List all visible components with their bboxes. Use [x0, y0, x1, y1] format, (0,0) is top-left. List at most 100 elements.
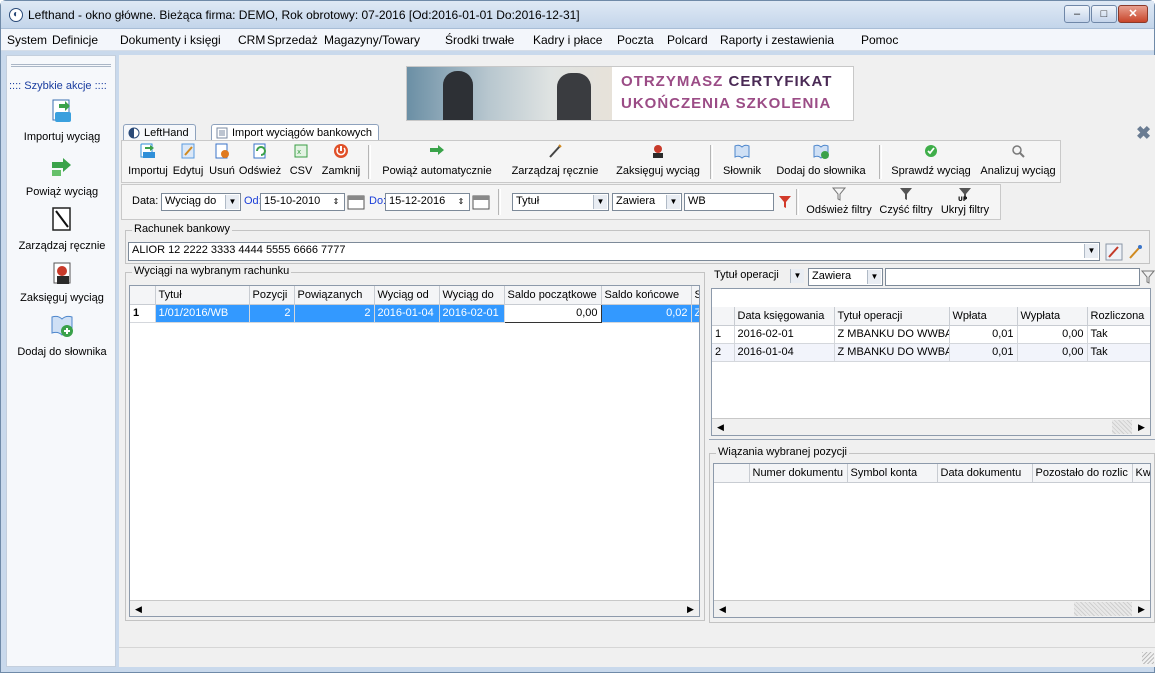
- tab-lefthand[interactable]: LeftHand: [123, 124, 196, 141]
- quick-dict-label[interactable]: Dodaj do słownika: [7, 346, 117, 358]
- manual-manage-button[interactable]: Zarządzaj ręcznie: [502, 143, 608, 181]
- col-withdrawal[interactable]: Wypłata: [1017, 307, 1088, 326]
- quick-import-label[interactable]: Importuj wyciąg: [7, 131, 117, 143]
- col-to[interactable]: Wyciąg do: [439, 286, 505, 305]
- close-tab-icon[interactable]: ✖: [1136, 123, 1151, 144]
- col-document-date[interactable]: Data dokumentu: [937, 464, 1033, 483]
- cell-opening-balance[interactable]: 0,00: [503, 303, 602, 323]
- splitter[interactable]: [709, 439, 1155, 440]
- scroll-right-icon[interactable]: ▶: [1134, 602, 1149, 616]
- col-status[interactable]: Sta: [691, 286, 699, 305]
- panel-grip: [11, 64, 111, 67]
- quick-link-label[interactable]: Powiąż wyciąg: [7, 186, 117, 198]
- import-statement-icon[interactable]: [49, 98, 75, 124]
- post-statement-icon[interactable]: [49, 261, 75, 287]
- tab-import-statements[interactable]: Import wyciągów bankowych: [211, 124, 380, 141]
- filter-text-input[interactable]: WB: [684, 193, 774, 211]
- col-title[interactable]: Tytuł: [155, 286, 250, 305]
- filter-condition-select[interactable]: Zawiera ▼: [612, 193, 682, 211]
- import-button[interactable]: Importuj: [128, 143, 168, 181]
- col-linked[interactable]: Powiązanych: [294, 286, 375, 305]
- cell-status: Zak: [691, 304, 699, 323]
- dictionary-button[interactable]: Słownik: [719, 143, 765, 181]
- menu-polcard[interactable]: Polcard: [667, 33, 708, 47]
- pick-account-icon[interactable]: [1127, 243, 1145, 261]
- scroll-right-icon[interactable]: ▶: [683, 602, 698, 616]
- menu-crm[interactable]: CRM: [238, 33, 265, 47]
- menu-pomoc[interactable]: Pomoc: [861, 33, 898, 47]
- col-closing-balance[interactable]: Saldo końcowe: [601, 286, 692, 305]
- link-statement-icon[interactable]: [49, 154, 75, 180]
- date-type-select[interactable]: Wyciąg do ▼: [161, 193, 241, 211]
- calendar-icon[interactable]: [472, 193, 492, 211]
- links-grid[interactable]: Numer dokumentu Symbol konta Data dokume…: [713, 463, 1151, 618]
- refresh-button[interactable]: Odśwież: [238, 143, 282, 181]
- col-remaining[interactable]: Pozostało do rozlic: [1032, 464, 1133, 483]
- funnel-icon[interactable]: [1141, 270, 1155, 284]
- scroll-left-icon[interactable]: ◀: [715, 602, 730, 616]
- col-deposit[interactable]: Wpłata: [949, 307, 1018, 326]
- col-document-number[interactable]: Numer dokumentu: [749, 464, 848, 483]
- menu-poczta[interactable]: Poczta: [617, 33, 654, 47]
- scroll-right-icon[interactable]: ▶: [1134, 420, 1149, 434]
- menu-definicje[interactable]: Definicje: [52, 33, 98, 47]
- scroll-left-icon[interactable]: ◀: [131, 602, 146, 616]
- from-date-input[interactable]: 15-10-2010 ⇕: [260, 193, 345, 211]
- calendar-icon[interactable]: [347, 193, 367, 211]
- delete-button[interactable]: Usuń: [207, 143, 237, 181]
- toolbar-separator: [796, 189, 799, 215]
- operations-hscroll[interactable]: ◀ ▶: [712, 418, 1150, 435]
- quick-manual-label[interactable]: Zarządzaj ręcznie: [7, 240, 117, 252]
- check-statement-button[interactable]: Sprawdź wyciąg: [886, 143, 976, 181]
- statements-hscroll[interactable]: ◀ ▶: [130, 600, 699, 616]
- statements-grid[interactable]: Tytuł Pozycji Powiązanych Wyciąg od Wyci…: [129, 285, 700, 617]
- menu-kadry[interactable]: Kadry i płace: [533, 33, 602, 47]
- quick-post-label[interactable]: Zaksięguj wyciąg: [7, 292, 117, 304]
- col-from[interactable]: Wyciąg od: [374, 286, 440, 305]
- add-to-dictionary-icon[interactable]: [49, 313, 75, 339]
- filter-red-icon[interactable]: [778, 195, 792, 209]
- menu-raporty[interactable]: Raporty i zestawienia: [720, 33, 834, 47]
- clear-filters-button[interactable]: Czyść filtry: [876, 186, 936, 218]
- analyze-statement-button[interactable]: Analizuj wyciąg: [978, 143, 1058, 181]
- menu-magazyny[interactable]: Magazyny/Towary: [324, 33, 420, 47]
- resize-grip-icon[interactable]: [1142, 652, 1154, 664]
- col-positions[interactable]: Pozycji: [249, 286, 295, 305]
- hide-filters-button[interactable]: UP Ukryj filtry: [937, 186, 993, 218]
- csv-button[interactable]: x CSV: [286, 143, 316, 181]
- minimize-button[interactable]: ‒: [1064, 5, 1090, 23]
- col-posting-date[interactable]: Data księgowania: [734, 307, 835, 326]
- filter-field-select[interactable]: Tytuł ▼: [512, 193, 609, 211]
- table-row[interactable]: 1 1/01/2016/WB 2 2 2016-01-04 2016-02-01…: [130, 303, 699, 323]
- certificate-banner[interactable]: OTRZYMASZ CERTYFIKAT UKOŃCZENIA SZKOLENI…: [406, 66, 854, 121]
- maximize-button[interactable]: □: [1091, 5, 1117, 23]
- table-row[interactable]: 1 2016-02-01 Z MBANKU DO WWBANK 0,01 0,0…: [712, 325, 1150, 344]
- menu-dokumenty[interactable]: Dokumenty i księgi: [120, 33, 221, 47]
- operation-filter-text[interactable]: [885, 268, 1140, 286]
- table-row[interactable]: 2 2016-01-04 Z MBANKU DO WWBANK 0,01 0,0…: [712, 343, 1150, 362]
- col-amount[interactable]: Kw: [1132, 464, 1150, 483]
- operations-grid[interactable]: Data księgowania Tytuł operacji Wpłata W…: [711, 288, 1151, 436]
- col-account-symbol[interactable]: Symbol konta: [847, 464, 938, 483]
- operation-filter-condition[interactable]: Zawiera ▼: [808, 268, 883, 286]
- add-dictionary-button[interactable]: Dodaj do słownika: [769, 143, 873, 181]
- close-window-button[interactable]: ✕: [1118, 5, 1148, 23]
- auto-link-button[interactable]: Powiąż automatycznie: [377, 143, 497, 181]
- col-opening-balance[interactable]: Saldo początkowe: [504, 286, 602, 305]
- operation-filter-field[interactable]: Tytuł operacji ▼: [711, 268, 808, 286]
- col-settled[interactable]: Rozliczona: [1087, 307, 1150, 326]
- manual-manage-icon[interactable]: [49, 206, 75, 232]
- menu-srodki[interactable]: Środki trwałe: [445, 33, 514, 47]
- post-statement-button[interactable]: Zaksięguj wyciąg: [612, 143, 704, 181]
- col-operation-title[interactable]: Tytuł operacji: [834, 307, 950, 326]
- to-date-input[interactable]: 15-12-2016 ⇕: [385, 193, 470, 211]
- bank-account-select[interactable]: ALIOR 12 2222 3333 4444 5555 6666 7777 ▼: [128, 242, 1100, 261]
- scroll-left-icon[interactable]: ◀: [713, 420, 728, 434]
- links-hscroll[interactable]: ◀ ▶: [714, 600, 1150, 617]
- close-button[interactable]: Zamknij: [320, 143, 362, 181]
- menu-sprzedaz[interactable]: Sprzedaż: [267, 33, 318, 47]
- edit-button[interactable]: Edytuj: [171, 143, 205, 181]
- refresh-filters-button[interactable]: Odśwież filtry: [804, 186, 874, 218]
- edit-account-icon[interactable]: [1105, 243, 1123, 261]
- menu-system[interactable]: System: [7, 33, 47, 47]
